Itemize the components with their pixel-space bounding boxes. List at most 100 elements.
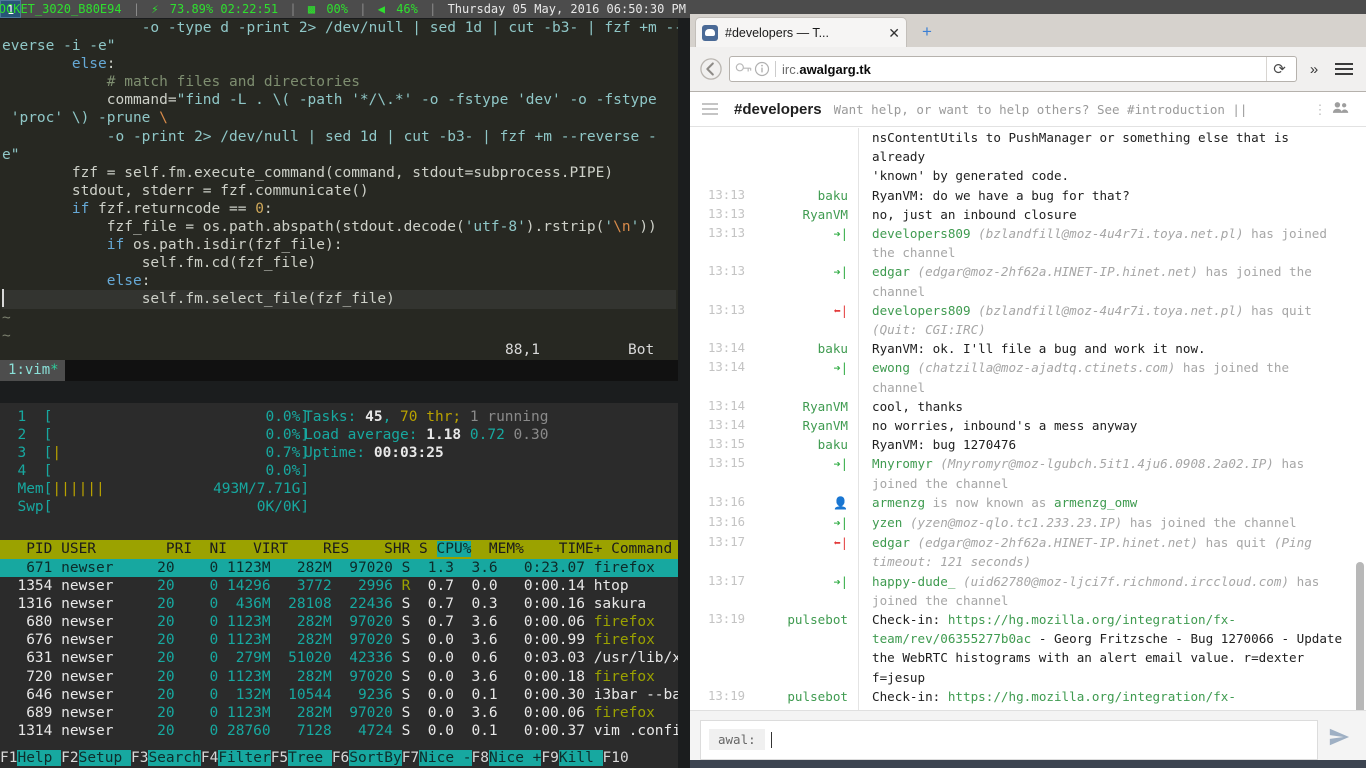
firefox-window: #developers — T... ✕ + irc.awalgarg.tk ⟳…	[690, 0, 1366, 768]
htop-cell-shr: 97020	[331, 704, 393, 721]
htop-cell-res: 10544	[270, 686, 332, 703]
htop-cell-res: 3772	[270, 578, 332, 595]
irc-message-log[interactable]: nsContentUtils to PushManager or somethi…	[690, 128, 1366, 765]
htop-sep	[393, 596, 402, 612]
tab-favicon-icon	[702, 24, 718, 41]
table-row[interactable]: 689 newser 20 0 1123M 282M 97020 S 0.0 3…	[0, 704, 678, 722]
table-row[interactable]: 1316 newser 20 0 436M 28108 22436 S 0.7 …	[0, 595, 678, 613]
message-body: no, just an inbound closure	[858, 204, 1366, 225]
page-content-irc-client: #developers Want help, or want to help o…	[690, 92, 1366, 768]
htop-terminal-pane[interactable]: 1 [0.0%] 2 [0.0%] 3 [| 0.7%] 4 [0.0%] Mem…	[0, 403, 678, 768]
new-tab-button[interactable]: +	[918, 23, 936, 41]
htop-fkey-label[interactable]: Nice +	[489, 750, 542, 766]
sidebar-toggle-icon[interactable]	[702, 100, 718, 118]
page-info-icon[interactable]	[754, 61, 770, 77]
htop-cell-cpu: 0.0	[410, 650, 454, 667]
message-body: RyanVM: bug 1270476	[858, 435, 1366, 455]
back-arrow-icon[interactable]	[696, 54, 726, 84]
htop-cell-pri: 20	[122, 578, 175, 595]
htop-meter-bracket: ]	[300, 499, 310, 516]
message-input[interactable]: awal:	[700, 719, 1318, 760]
chat-scrollbar-thumb[interactable]	[1356, 562, 1364, 732]
message-timestamp: 13:13	[708, 206, 746, 221]
table-row[interactable]: 631 newser 20 0 279M 51020 42336 S 0.0 0…	[0, 649, 678, 667]
htop-cell-mem: 0.0	[454, 578, 498, 595]
htop-sep	[393, 578, 402, 594]
message-body: 'known' by generated code.	[858, 166, 1366, 186]
htop-cell-time: 0:00.06	[497, 704, 594, 721]
message-body: ewong (chatzilla@moz-ajadtq.ctinets.com)…	[858, 358, 1366, 397]
htop-cell-ni: 0	[174, 614, 219, 631]
htop-fkey-label[interactable]: Setup	[78, 750, 131, 766]
i3-status-segments: 231.9 MiB | VPN:no | ◢ 089% TP-LINK_POCK…	[0, 0, 688, 18]
table-row[interactable]: 1354 newser 20 0 14296 3772 2996 R 0.7 0…	[0, 577, 678, 595]
htop-sep	[393, 614, 402, 630]
join-arrow-icon: ➔|	[833, 265, 848, 280]
vim-token: self.fm.select_file(fzf_file)	[141, 291, 395, 308]
htop-cell-virt: 1123M	[218, 614, 271, 631]
message-body: Check-in: https://hg.mozilla.org/integra…	[858, 610, 1366, 687]
message-nick: pulsebot	[787, 612, 848, 628]
table-row[interactable]: 720 newser 20 0 1123M 282M 97020 S 0.0 3…	[0, 668, 678, 686]
kebab-menu-icon[interactable]: ⋮	[1312, 103, 1328, 116]
table-row[interactable]: 671 newser 20 0 1123M 282M 97020 S 1.3 3…	[0, 559, 678, 578]
htop-fkey-label[interactable]: SortBy	[349, 750, 402, 766]
htop-info-line: Uptime: 00:03:25	[304, 444, 548, 462]
htop-cell-command: firefox	[593, 704, 655, 721]
chat-message: 13:17 ➔| happy-dude_ (uid62780@moz-ljci7f.…	[690, 571, 1366, 611]
table-row[interactable]: 676 newser 20 0 1123M 282M 97020 S 0.0 3…	[0, 631, 678, 649]
vim-line: if os.path.isdir(fzf_file):	[2, 236, 676, 254]
irc-channel-header: #developers Want help, or want to help o…	[690, 92, 1366, 127]
browser-nav-bar: irc.awalgarg.tk ⟳ »	[690, 47, 1366, 92]
htop-fkey-number: F6	[331, 750, 350, 766]
htop-load-1: 1.18	[426, 427, 462, 444]
table-row[interactable]: 646 newser 20 0 132M 10544 9236 S 0.0 0.…	[0, 686, 678, 704]
vim-token: "	[10, 146, 20, 163]
close-icon[interactable]: ✕	[888, 26, 900, 40]
htop-fkey-label[interactable]: Search	[148, 750, 201, 766]
send-icon[interactable]	[1322, 726, 1356, 753]
text-caret	[770, 731, 772, 748]
i3-status-bar[interactable]: 1 231.9 MiB | VPN:no | ◢ 089% TP-LINK_PO…	[0, 0, 690, 18]
htop-meter-bracket: [	[43, 481, 53, 498]
message-nick: baku	[817, 187, 848, 203]
htop-fkey-label[interactable]: Nice -	[419, 750, 472, 766]
table-row[interactable]: 680 newser 20 0 1123M 282M 97020 S 0.7 3…	[0, 613, 678, 631]
htop-fkey-number: F4	[200, 750, 219, 766]
vim-token: :	[141, 273, 151, 290]
message-timestamp: 13:17	[708, 573, 746, 588]
htop-meter-bar: 0.0%	[52, 426, 300, 444]
url-bar[interactable]: irc.awalgarg.tk ⟳	[729, 56, 1297, 82]
tmux-window-vim[interactable]: 1:vim*	[0, 360, 65, 381]
reload-icon[interactable]: ⟳	[1266, 57, 1292, 81]
htop-function-keys[interactable]: F1Help F2Setup F3SearchF4FilterF5Tree F6…	[0, 748, 678, 768]
overflow-chevron-icon[interactable]: »	[1300, 61, 1328, 78]
htop-cell-time: 0:00.06	[497, 614, 594, 631]
htop-fkey-label[interactable]: Tree	[288, 750, 332, 766]
vim-line: stdout, stderr = fzf.communicate()	[2, 182, 676, 200]
vim-cursor-position: 88,1	[505, 342, 540, 358]
htop-fkey-label[interactable]: Help	[17, 750, 62, 766]
htop-sep	[393, 650, 402, 666]
chat-message: 13:13 ➔| developers809 (bzlandfill@moz-4u4…	[690, 224, 1366, 263]
vim-terminal-pane[interactable]: -o -type d -print 2> /dev/null | sed 1d …	[0, 19, 678, 381]
browser-tab-developers[interactable]: #developers — T... ✕	[695, 17, 907, 47]
message-text: (bzlandfill@moz-4u4r7i.toya.net.pl)	[978, 302, 1244, 318]
tmux-status-line[interactable]: 1:vim*	[0, 360, 678, 381]
htop-process-table[interactable]: PID USER PRI NI VIRT RES SHR S CPU% MEM%…	[0, 540, 678, 740]
htop-cell-res: 28108	[270, 596, 332, 613]
htop-meter-label: Mem	[0, 481, 44, 498]
vim-ruler: 88,1 Bot	[0, 341, 678, 360]
htop-table-rows[interactable]: 671 newser 20 0 1123M 282M 97020 S 1.3 3…	[0, 559, 678, 740]
message-timestamp: 13:16	[708, 515, 746, 530]
hamburger-menu-icon[interactable]	[1328, 60, 1360, 78]
vim-line: everse -i -e"	[2, 37, 676, 55]
htop-fkey-label[interactable]: Kill	[558, 750, 603, 766]
htop-cell-mem: 3.6	[454, 632, 498, 649]
users-icon[interactable]	[1328, 100, 1354, 119]
htop-fkey-label[interactable]: Filter	[218, 750, 271, 766]
message-nick-inline: armenzg_omw	[1053, 494, 1138, 510]
htop-meter-bar: 0.0%	[52, 408, 300, 426]
table-row[interactable]: 1314 newser 20 0 28760 7128 4724 S 0.0 0…	[0, 722, 678, 740]
chat-message: 13:16 👤 armenzg is now known as armenzg_om…	[690, 492, 1366, 514]
